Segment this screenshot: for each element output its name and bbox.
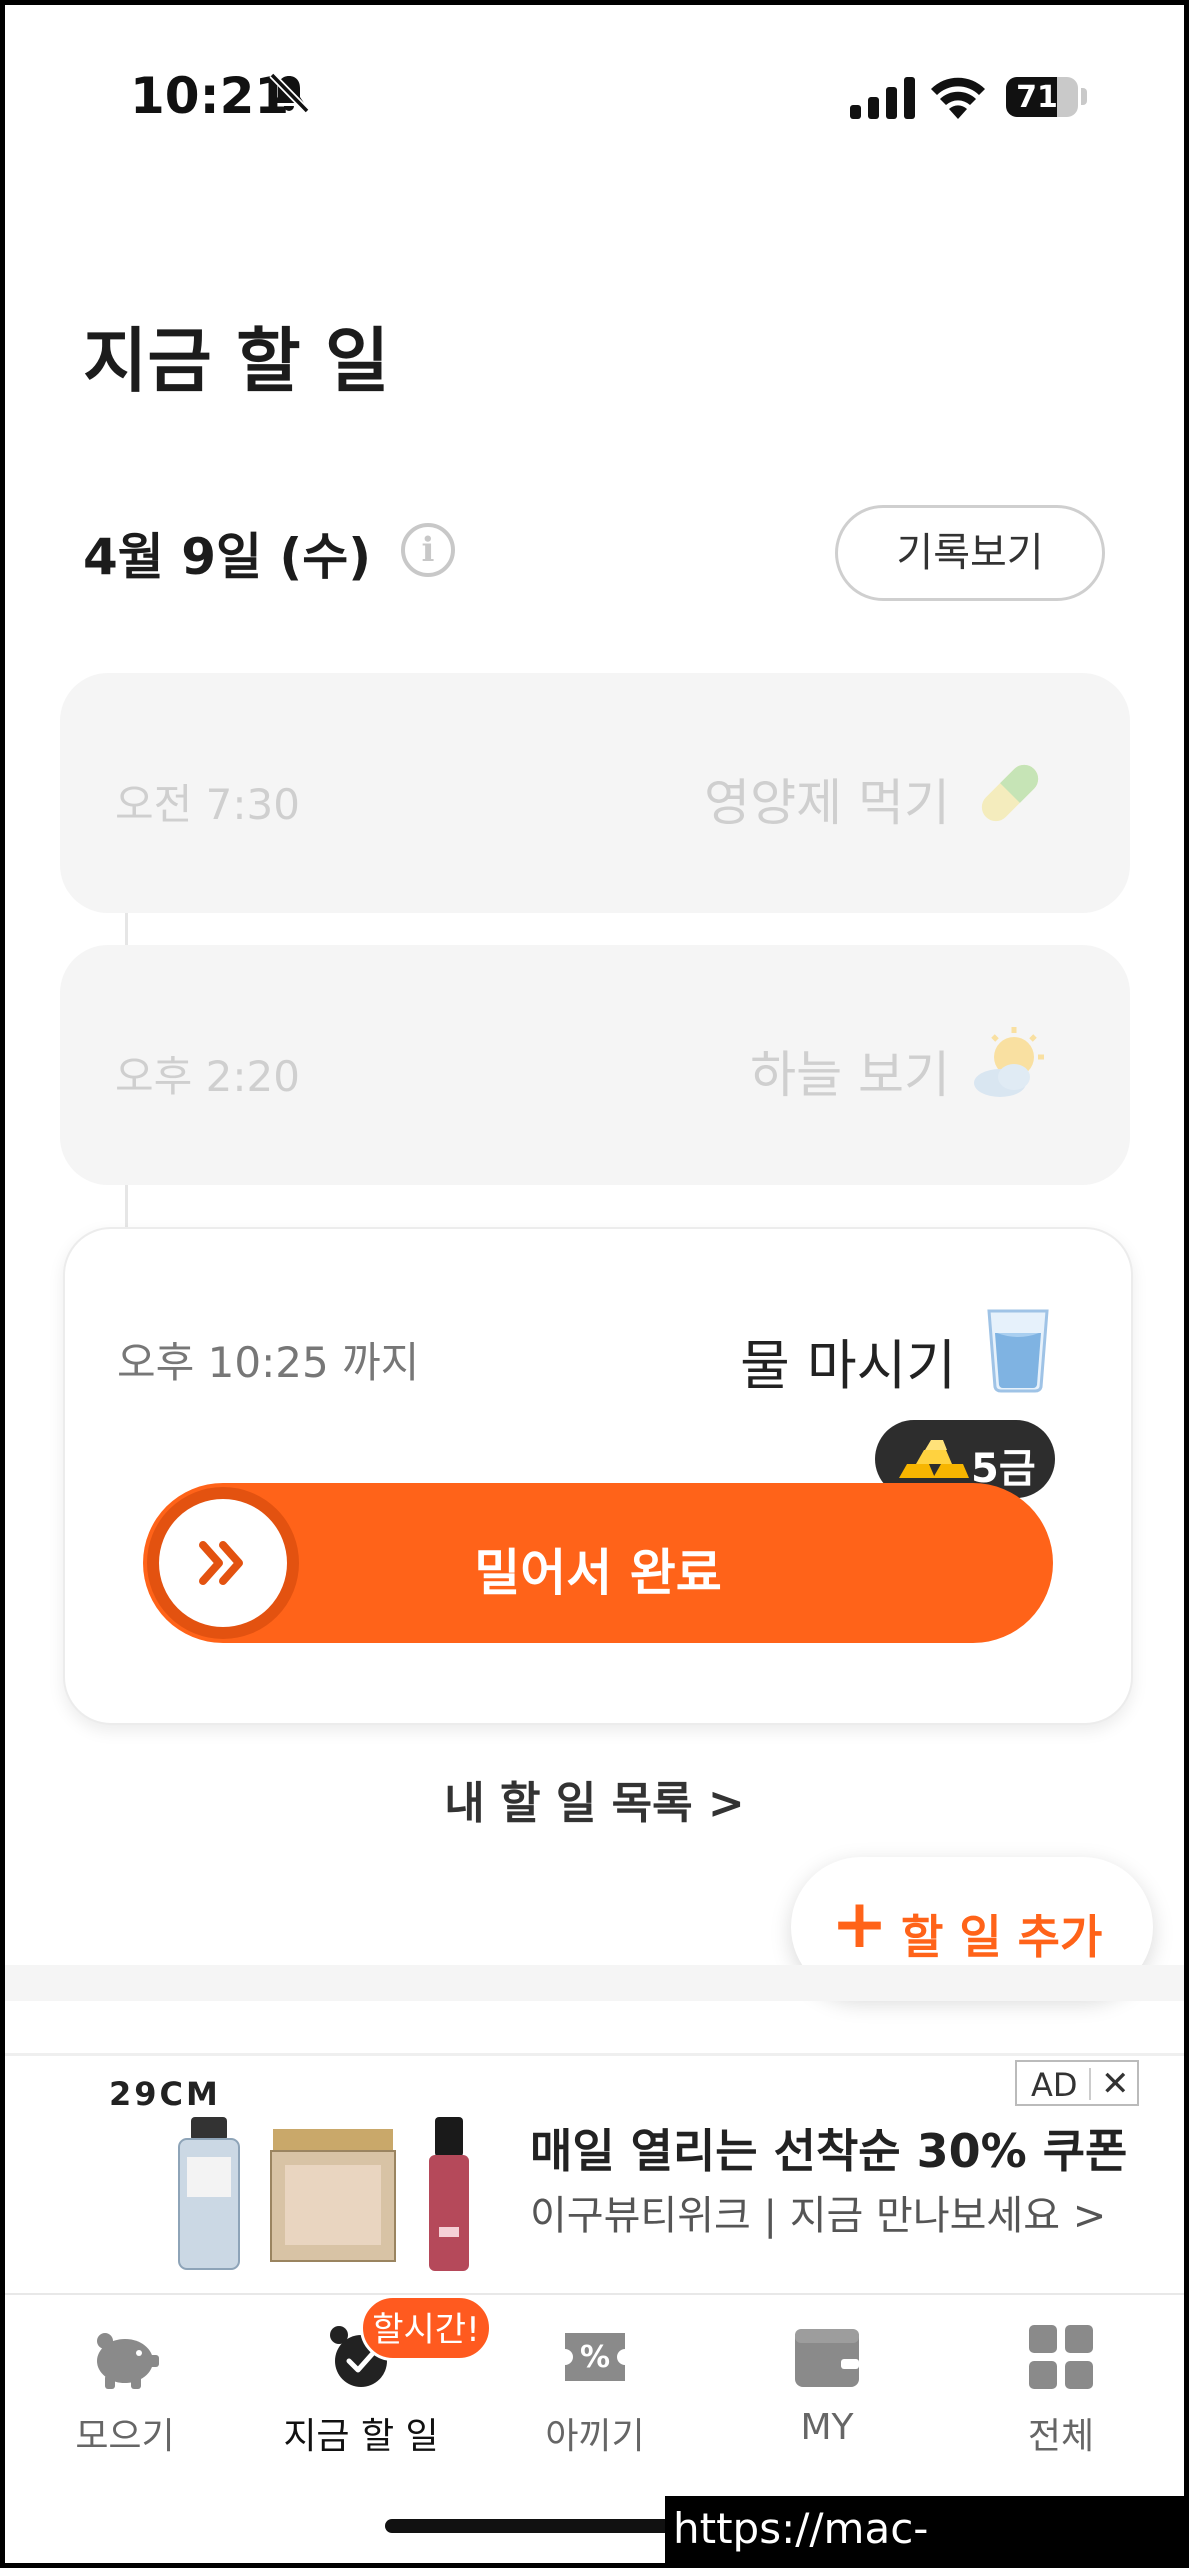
sun-cloud-icon [974, 1027, 1044, 1097]
close-icon[interactable]: ✕ [1101, 2064, 1130, 2104]
svg-text:%: % [580, 2340, 610, 2375]
tab-label: MY [800, 2407, 854, 2448]
task-time: 오전 7:30 [115, 780, 300, 829]
ad-badge: AD ✕ [1015, 2060, 1139, 2106]
coupon-icon: % [565, 2333, 625, 2381]
signal-icon [850, 77, 915, 119]
wallet-icon [795, 2329, 859, 2387]
plus-icon: + [831, 1885, 888, 1964]
slide-label: 밀어서 완료 [474, 1544, 722, 1602]
tab-label: 아끼기 [545, 2416, 645, 2457]
page-title: 지금 할 일 [83, 320, 390, 402]
piggy-bank-icon [97, 2333, 159, 2389]
battery-icon: 71 [1006, 77, 1078, 117]
section-divider [5, 1965, 1184, 2001]
gold-bars-icon [899, 1440, 969, 1478]
timeline-connector [125, 1185, 128, 1230]
app-screen: 10:21 71 지금 할 일 4월 9일 (수) i 기록보기 오전 7:30… [5, 5, 1184, 2563]
tab-label: 지금 할 일 [283, 2416, 439, 2457]
ad-label: AD [1031, 2066, 1078, 2104]
task-name: 하늘 보기 [750, 1046, 950, 1104]
task-deadline: 오후 10:25 까지 [117, 1338, 420, 1387]
tab-save[interactable]: % 아끼기 [495, 2323, 695, 2457]
add-task-label: 할 일 추가 [901, 1910, 1103, 1964]
ad-brand: 29CM [109, 2075, 221, 2113]
tab-all[interactable]: 전체 [961, 2323, 1161, 2457]
task-time: 오후 2:20 [115, 1052, 300, 1101]
completed-task-card[interactable]: 오전 7:30 영양제 먹기 [60, 673, 1130, 913]
divider [5, 2053, 1184, 2056]
tab-badge: 할시간! [360, 2295, 492, 2361]
bell-slash-icon [269, 72, 310, 114]
wifi-icon [931, 77, 985, 119]
grid-icon [1029, 2325, 1093, 2389]
water-glass-icon [987, 1309, 1049, 1393]
slide-to-complete[interactable]: 밀어서 완료 [143, 1483, 1053, 1643]
tab-label: 전체 [1027, 2416, 1095, 2457]
battery-level: 71 [1016, 80, 1058, 115]
status-time: 10:21 [130, 67, 290, 125]
task-name: 물 마시기 [740, 1334, 956, 1397]
my-task-list-link[interactable]: 내 할 일 목록 > [5, 1767, 1184, 1831]
date-label: 4월 9일 (수) [83, 528, 372, 586]
tab-collect[interactable]: 모으기 [25, 2323, 225, 2457]
ad-subline[interactable]: 이구뷰티위크 | 지금 만나보세요 > [530, 2183, 1106, 2241]
tab-my[interactable]: MY [727, 2323, 927, 2448]
ad-product-image[interactable] [173, 2117, 513, 2277]
watermark: https://mac-os.tistory.com [665, 2496, 1189, 2568]
timeline-connector [125, 910, 128, 950]
ad-headline[interactable]: 매일 열리는 선착순 30% 쿠폰 [530, 2115, 1127, 2181]
battery-tip [1081, 88, 1087, 105]
tab-label: 모으기 [75, 2416, 175, 2457]
task-name: 영양제 먹기 [704, 774, 950, 832]
history-button[interactable]: 기록보기 [835, 505, 1105, 601]
ad-badge-separator [1089, 2068, 1091, 2100]
info-icon[interactable]: i [401, 523, 455, 577]
pill-icon [981, 764, 1039, 822]
completed-task-card[interactable]: 오후 2:20 하늘 보기 [60, 945, 1130, 1185]
